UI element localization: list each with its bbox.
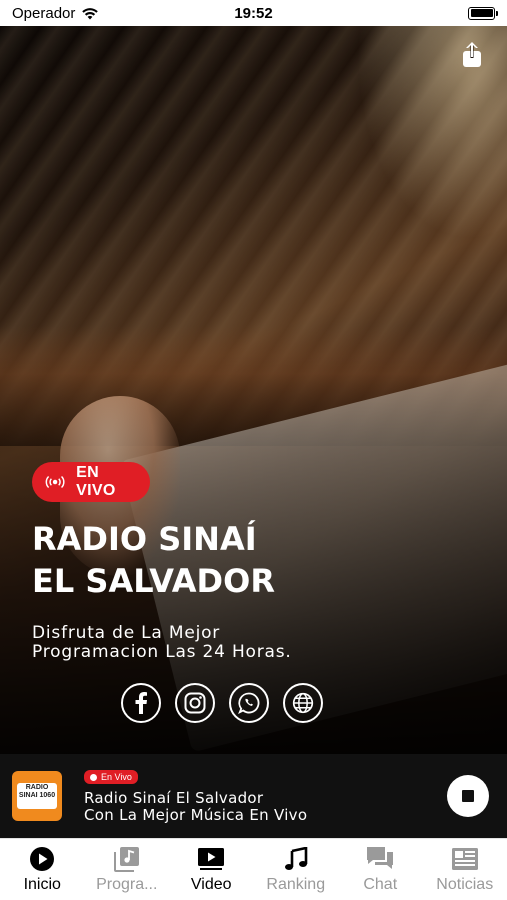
station-subtitle-line1: Disfruta de La Mejor xyxy=(32,623,221,643)
website-button[interactable] xyxy=(283,683,323,723)
wifi-icon xyxy=(82,8,99,20)
tab-video[interactable]: Video xyxy=(169,839,254,900)
carrier-label: Operador xyxy=(12,4,76,22)
station-subtitle-line2: Programacion Las 24 Horas. xyxy=(32,642,292,662)
hero-banner: EN VIVO RADIO SINAÍ EL SALVADOR Disfruta… xyxy=(0,26,507,754)
tab-programacion[interactable]: Progra... xyxy=(85,839,170,900)
player-description: Con La Mejor Música En Vivo xyxy=(84,806,308,825)
tab-ranking[interactable]: Ranking xyxy=(254,839,339,900)
live-dot-icon xyxy=(90,773,97,781)
player-info: En Vivo Radio Sinaí El Salvador Con La M… xyxy=(84,768,447,825)
station-logo: RADIO SINAI 1060 xyxy=(12,771,62,821)
tab-chat-label: Chat xyxy=(363,876,398,893)
player-live-label: En Vivo xyxy=(101,772,132,783)
tab-programacion-label: Progra... xyxy=(96,876,158,893)
battery-icon xyxy=(468,6,498,20)
broadcast-icon xyxy=(45,475,65,489)
mini-player[interactable]: RADIO SINAI 1060 En Vivo Radio Sinaí El … xyxy=(0,754,507,838)
whatsapp-button[interactable] xyxy=(229,683,269,723)
tab-noticias-label: Noticias xyxy=(436,876,494,893)
globe-icon xyxy=(292,692,314,714)
live-badge: EN VIVO xyxy=(32,462,150,502)
facebook-button[interactable] xyxy=(121,683,161,723)
social-links xyxy=(121,683,323,723)
music-list-icon xyxy=(113,847,139,872)
instagram-icon xyxy=(184,692,206,714)
chat-icon xyxy=(367,847,394,869)
share-icon[interactable] xyxy=(461,42,483,68)
instagram-button[interactable] xyxy=(175,683,215,723)
stop-icon xyxy=(462,790,474,802)
newspaper-icon xyxy=(451,848,478,870)
player-live-badge: En Vivo xyxy=(84,770,138,785)
station-title: RADIO SINAÍ EL SALVADOR xyxy=(32,518,275,602)
station-subtitle: Disfruta de La Mejor Programacion Las 24… xyxy=(32,624,292,662)
tab-bar: Inicio Progra... Video Ranking Chat Noti… xyxy=(0,838,507,900)
player-title: Radio Sinaí El Salvador xyxy=(84,789,264,808)
tab-inicio-label: Inicio xyxy=(23,876,61,893)
video-play-icon xyxy=(198,848,225,870)
station-title-line2: EL SALVADOR xyxy=(32,562,275,600)
tab-ranking-label: Ranking xyxy=(266,876,326,893)
station-logo-text: RADIO SINAI 1060 xyxy=(17,783,57,809)
status-bar: Operador 19:52 xyxy=(0,0,507,26)
live-badge-label: EN VIVO xyxy=(76,464,116,499)
tab-inicio[interactable]: Inicio xyxy=(0,839,85,900)
whatsapp-icon xyxy=(238,692,260,714)
status-left: Operador xyxy=(12,5,99,22)
stop-button[interactable] xyxy=(447,775,489,817)
play-circle-icon xyxy=(30,847,55,871)
music-note-icon xyxy=(284,847,308,870)
tab-video-label: Video xyxy=(190,876,232,893)
tab-chat[interactable]: Chat xyxy=(338,839,423,900)
station-title-line1: RADIO SINAÍ xyxy=(32,520,257,558)
tab-noticias[interactable]: Noticias xyxy=(423,839,507,900)
facebook-icon xyxy=(135,692,147,714)
